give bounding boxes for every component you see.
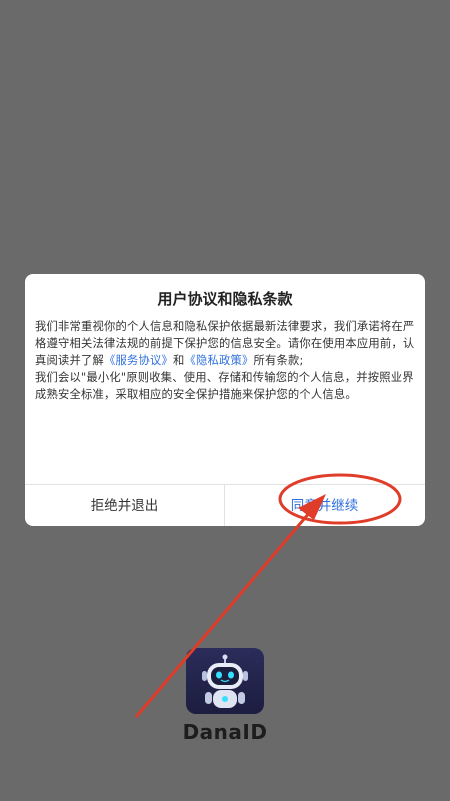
privacy-policy-link[interactable]: 《隐私政策》: [184, 354, 253, 367]
body-and-text: 和: [172, 354, 185, 367]
service-agreement-link[interactable]: 《服务协议》: [104, 354, 173, 367]
screen: DanaID 用户协议和隐私条款 我们非常重视你的个人信息和隐私保护依据最新法律…: [0, 0, 450, 801]
agree-and-continue-button[interactable]: 同意并继续: [225, 485, 424, 526]
body-text-2: 所有条款;: [253, 354, 304, 367]
reject-and-exit-button[interactable]: 拒绝并退出: [25, 485, 224, 526]
dialog-paragraph-2: 我们会以"最小化"原则收集、使用、存储和传输您的个人信息，并按照业界成熟安全标准…: [35, 371, 414, 401]
dialog-paragraph-1: 我们非常重视你的个人信息和隐私保护依据最新法律要求，我们承诺将在严格遵守相关法律…: [35, 318, 417, 369]
dialog-body: 我们非常重视你的个人信息和隐私保护依据最新法律要求，我们承诺将在严格遵守相关法律…: [35, 318, 417, 403]
dialog-button-row: 拒绝并退出 同意并继续: [25, 484, 425, 526]
privacy-dialog: 用户协议和隐私条款 我们非常重视你的个人信息和隐私保护依据最新法律要求，我们承诺…: [25, 274, 425, 526]
dialog-title: 用户协议和隐私条款: [157, 290, 293, 308]
app-name: DanaID: [182, 720, 268, 744]
app-logo-robot-icon: [186, 648, 264, 714]
